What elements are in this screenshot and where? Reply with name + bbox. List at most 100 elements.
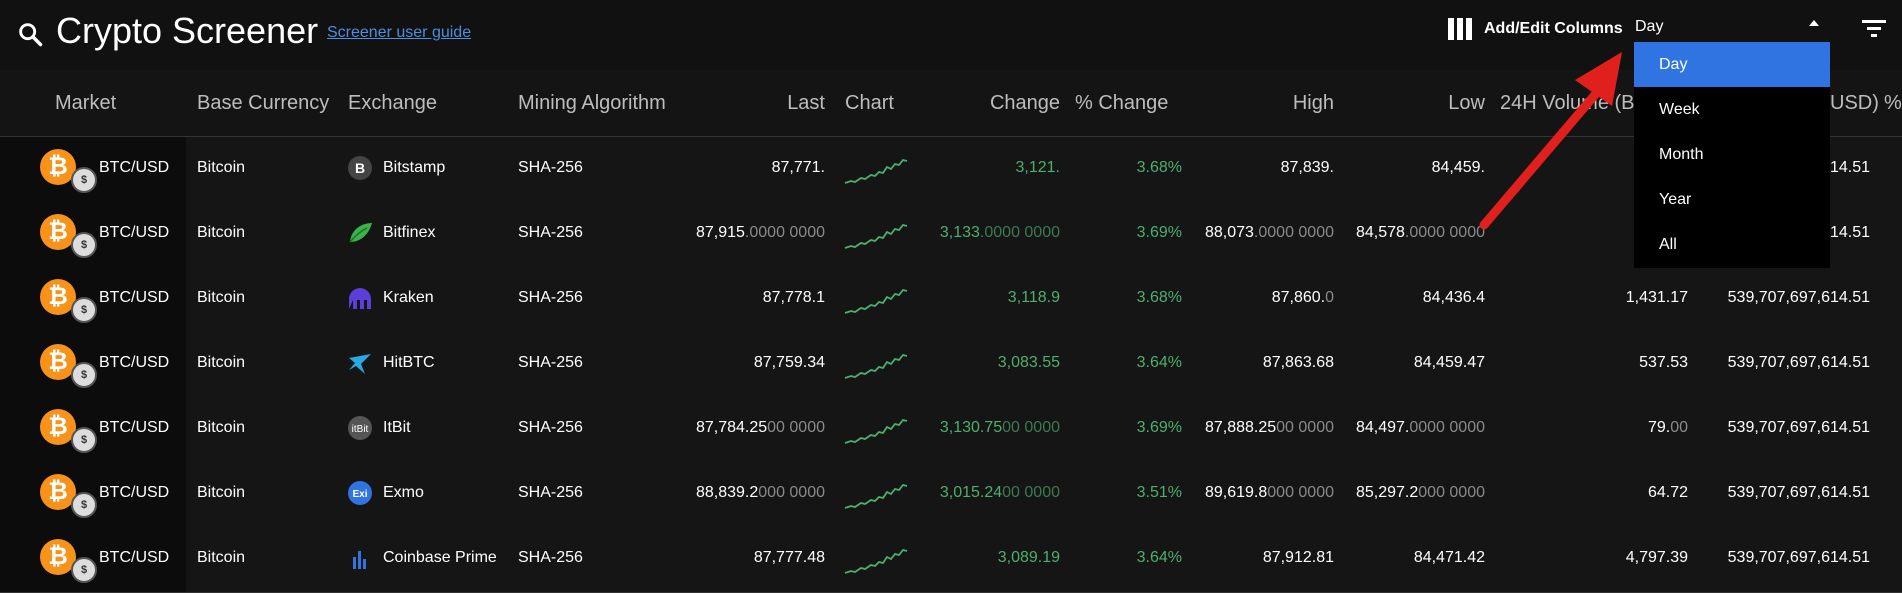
- period-option-week[interactable]: Week: [1634, 87, 1830, 132]
- column-header-exchange[interactable]: Exchange: [348, 92, 437, 115]
- screener-user-guide-link[interactable]: Screener user guide: [327, 24, 471, 42]
- price-change: 3,118.9: [1007, 289, 1060, 306]
- exchange-name[interactable]: Kraken: [383, 289, 434, 307]
- exchange-name[interactable]: Coinbase Prime: [383, 549, 497, 567]
- column-header-market[interactable]: Market: [55, 92, 116, 115]
- column-header-24h-volume[interactable]: 24H Volume (B: [1500, 92, 1635, 115]
- volume-24h: 79.00: [1647, 419, 1688, 436]
- base-currency: Bitcoin: [197, 549, 246, 566]
- market-cap: 539,707,697,614.51: [1727, 419, 1870, 436]
- column-header-last[interactable]: Last: [740, 92, 825, 115]
- column-header-high[interactable]: High: [1190, 92, 1334, 115]
- volume-24h: 537.53: [1639, 354, 1688, 371]
- mining-algorithm: SHA-256: [518, 419, 583, 436]
- table-row[interactable]: ₿ $ BTC/USD Bitcoin Kraken SHA-256 87,778.1 3,1…: [0, 267, 1902, 333]
- usd-icon: $: [71, 557, 97, 583]
- exchange-name[interactable]: ItBit: [383, 419, 411, 437]
- exchange-name[interactable]: Exmo: [383, 484, 424, 502]
- period-option-year[interactable]: Year: [1634, 177, 1830, 222]
- market-pair[interactable]: BTC/USD: [99, 484, 169, 502]
- pct-change: 3.51%: [1136, 484, 1182, 501]
- last-price: 87,771.: [771, 159, 825, 176]
- exchange-name[interactable]: Bitfinex: [383, 224, 435, 242]
- last-price: 87,784.2500 0000: [695, 419, 825, 436]
- base-currency: Bitcoin: [197, 224, 246, 241]
- top-bar: Crypto Screener Screener user guide Add/…: [0, 0, 1902, 70]
- price-change: 3,015.2400 0000: [939, 484, 1060, 501]
- base-currency: Bitcoin: [197, 289, 246, 306]
- column-header-mining-algorithm[interactable]: Mining Algorithm: [518, 92, 666, 115]
- column-header-low[interactable]: Low: [1350, 92, 1485, 115]
- period-option-month[interactable]: Month: [1634, 132, 1830, 177]
- period-option-day[interactable]: Day: [1634, 42, 1830, 87]
- table-row[interactable]: ₿ $ BTC/USD Bitcoin Exi Exmo SHA-256 88,839.200…: [0, 462, 1902, 528]
- market-pair[interactable]: BTC/USD: [99, 419, 169, 437]
- high-price: 87,888.2500 0000: [1204, 419, 1334, 436]
- market-cap: 539,707,697,614.51: [1727, 354, 1870, 371]
- high-price: 87,839.: [1280, 159, 1334, 176]
- mining-algorithm: SHA-256: [518, 159, 583, 176]
- exchange-name[interactable]: Bitstamp: [383, 159, 445, 177]
- period-selected-value: Day: [1635, 18, 1664, 35]
- pct-change: 3.64%: [1136, 549, 1182, 566]
- add-edit-columns-button[interactable]: Add/Edit Columns: [1448, 18, 1623, 40]
- filter-icon[interactable]: [1862, 18, 1886, 40]
- table-row[interactable]: ₿ $ BTC/USD Bitcoin Coinbase Prime SHA-256 87,…: [0, 527, 1902, 593]
- market-pair[interactable]: BTC/USD: [99, 549, 169, 567]
- bitfinex-icon: [349, 223, 372, 243]
- exchange-name[interactable]: HitBTC: [383, 354, 435, 372]
- column-header-base-currency[interactable]: Base Currency: [197, 92, 329, 115]
- high-price: 88,073.0000 0000: [1204, 224, 1334, 241]
- table-row[interactable]: ₿ $ BTC/USD Bitcoin B Bitstamp SHA-256 87,771. 3…: [0, 137, 1902, 203]
- column-header-market-cap[interactable]: USD): [1830, 92, 1879, 115]
- usd-icon: $: [71, 492, 97, 518]
- low-price: 84,459.47: [1413, 354, 1485, 371]
- market-pair[interactable]: BTC/USD: [99, 159, 169, 177]
- column-header-pct[interactable]: %: [1884, 92, 1902, 115]
- table-row[interactable]: ₿ $ BTC/USD Bitcoin HitBTC SHA-256 87,759.34 3,…: [0, 332, 1902, 398]
- hitbtc-icon: [349, 354, 371, 374]
- market-cap: 539,707,697,614.51: [1727, 549, 1870, 566]
- last-price: 87,915.0000 0000: [695, 224, 825, 241]
- last-price: 87,759.34: [753, 354, 825, 371]
- column-header-pct-change[interactable]: % Change: [1075, 92, 1168, 115]
- column-header-change[interactable]: Change: [940, 92, 1060, 115]
- high-price: 87,912.81: [1262, 549, 1334, 566]
- usd-icon: $: [71, 232, 97, 258]
- price-change: 3,133.0000 0000: [939, 224, 1060, 241]
- price-change: 3,083.55: [997, 354, 1060, 371]
- column-header-chart[interactable]: Chart: [845, 92, 894, 115]
- period-select[interactable]: Day: [1635, 14, 1825, 42]
- volume-24h: 1,431.17: [1625, 289, 1688, 306]
- table-row[interactable]: ₿ $ BTC/USD Bitcoin itBit ItBit SHA-256 87,784.…: [0, 397, 1902, 463]
- pct-change: 3.64%: [1136, 354, 1182, 371]
- add-edit-columns-label: Add/Edit Columns: [1484, 20, 1623, 37]
- market-pair[interactable]: BTC/USD: [99, 289, 169, 307]
- pct-change: 3.68%: [1136, 289, 1182, 306]
- low-price: 84,471.42: [1413, 549, 1485, 566]
- market-pair[interactable]: BTC/USD: [99, 224, 169, 242]
- price-change: 3,130.7500 0000: [939, 419, 1060, 436]
- search-icon[interactable]: [16, 20, 44, 48]
- period-option-all[interactable]: All: [1634, 222, 1830, 267]
- table-row[interactable]: ₿ $ BTC/USD Bitcoin Bitfinex SHA-256 87,915.00…: [0, 202, 1902, 268]
- volume-24h: 64.72: [1647, 484, 1688, 501]
- market-cap: 539,707,697,614.51: [1727, 484, 1870, 501]
- table-header: Market Base Currency Exchange Mining Alg…: [0, 70, 1902, 137]
- low-price: 84,459.: [1431, 159, 1485, 176]
- last-price: 87,778.1: [762, 289, 825, 306]
- low-price: 84,497.0000 0000: [1355, 419, 1485, 436]
- base-currency: Bitcoin: [197, 159, 246, 176]
- pct-change: 3.68%: [1136, 159, 1182, 176]
- base-currency: Bitcoin: [197, 484, 246, 501]
- mining-algorithm: SHA-256: [518, 549, 583, 566]
- low-price: 85,297.2000 0000: [1355, 484, 1485, 501]
- coinbase-prime-icon: [353, 551, 366, 569]
- period-dropdown-menu: Day Week Month Year All: [1634, 42, 1830, 268]
- low-price: 84,578.0000 0000: [1355, 224, 1485, 241]
- svg-text:Exi: Exi: [352, 489, 367, 500]
- market-pair[interactable]: BTC/USD: [99, 354, 169, 372]
- mining-algorithm: SHA-256: [518, 484, 583, 501]
- base-currency: Bitcoin: [197, 419, 246, 436]
- usd-icon: $: [71, 362, 97, 388]
